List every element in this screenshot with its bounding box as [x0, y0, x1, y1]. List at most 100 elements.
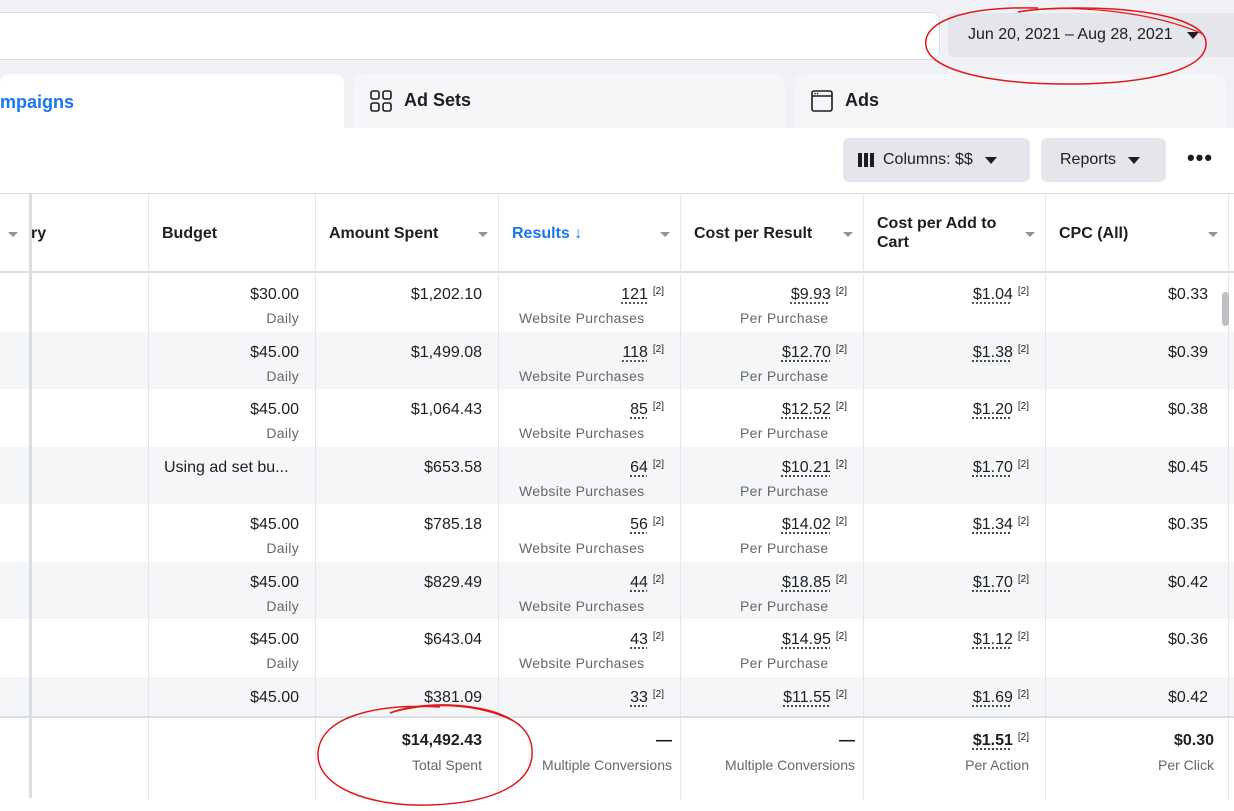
tab-ads-label: Ads: [845, 90, 880, 110]
table-row[interactable]: $30.00 Daily $1,202.10 121 [2] Website Purcha…: [0, 274, 1234, 332]
sort-caret-icon: [478, 232, 488, 237]
cell-value[interactable]: $1.69: [973, 689, 1013, 706]
col-header-budget[interactable]: Budget: [149, 194, 316, 272]
tab-ads[interactable]: Ads: [795, 74, 1226, 134]
cell-value: $45.00: [250, 631, 299, 648]
cell-value[interactable]: 44: [630, 574, 648, 591]
cell-value[interactable]: $1.34: [973, 516, 1013, 533]
footnote-marker: [2]: [835, 516, 847, 527]
cell-value: $0.36: [1167, 631, 1208, 648]
col-header-cost-per-result[interactable]: Cost per Result: [681, 194, 864, 272]
cell-value[interactable]: 121: [621, 286, 648, 303]
footnote-marker: [2]: [652, 573, 664, 585]
results-cell: 64 [2] Website Purchases: [499, 446, 681, 504]
cell-value[interactable]: $14.95: [782, 631, 831, 648]
results-cell: 118 [2] Website Purchases: [499, 331, 681, 389]
cell-value[interactable]: $11.55: [783, 689, 831, 706]
col-header-delivery[interactable]: ry: [0, 194, 149, 272]
search-filter-bar[interactable]: [0, 12, 940, 60]
cell-value[interactable]: $1.12: [973, 631, 1013, 648]
amount-spent-cell: $1,202.10: [316, 274, 499, 332]
columns-label: Columns: $$: [883, 151, 973, 168]
footnote-marker: [2]: [1017, 401, 1029, 412]
cell-value[interactable]: 43: [630, 631, 648, 648]
table-row[interactable]: $45.00 Daily $785.18 56 [2] Website Purchases…: [0, 504, 1234, 562]
footnote-marker: [2]: [835, 401, 847, 412]
results-cell: 85 [2] Website Purchases: [499, 389, 681, 447]
cell-value[interactable]: $1.38: [973, 344, 1013, 361]
cost-per-add-to-cart-cell: $1.20 [2]: [864, 389, 1046, 447]
tab-ad-sets[interactable]: Ad Sets: [354, 74, 785, 134]
cell-subtext: Website Purchases: [519, 482, 645, 499]
footnote-marker: [2]: [835, 573, 847, 585]
cell-value: $0.45: [1167, 458, 1208, 476]
budget-cell: $45.00 Daily: [149, 619, 316, 677]
cell-value: $0.38: [1167, 401, 1208, 418]
results-cell: 56 [2] Website Purchases: [499, 504, 681, 562]
cell-value[interactable]: $1.20: [973, 401, 1013, 418]
cell-subtext: Website Purchases: [519, 425, 645, 441]
cell-subtext: Per Purchase: [740, 597, 829, 614]
col-header-cost-per-add-to-cart[interactable]: Cost per Add to Cart: [864, 194, 1046, 272]
totals-budget-cell: [149, 718, 316, 800]
cell-value: $653.58: [424, 458, 482, 476]
totals-results: — Multiple Conversions: [499, 718, 681, 800]
tab-campaigns[interactable]: mpaigns: [0, 74, 344, 132]
cost-per-result-cell: $12.70 [2] Per Purchase: [681, 331, 864, 389]
cell-value: $643.04: [424, 631, 482, 648]
totals-amount-spent: $14,492.43 Total Spent: [316, 718, 499, 800]
cell-value: $0.39: [1167, 343, 1208, 361]
cell-subtext: Per Purchase: [740, 367, 829, 384]
table-row[interactable]: $45.00 Daily $829.49 44 [2] Website Purchases…: [0, 561, 1234, 619]
cell-value[interactable]: $1.70: [973, 574, 1013, 591]
cell-value[interactable]: $18.85: [782, 574, 831, 591]
col-header-results[interactable]: Results ↓: [499, 194, 681, 272]
cell-value: $30.00: [250, 286, 299, 303]
col-header-amount-spent[interactable]: Amount Spent: [316, 194, 499, 272]
vertical-scrollbar[interactable]: [1222, 292, 1229, 326]
delivery-cell: [0, 504, 149, 562]
delivery-cell: [0, 446, 149, 504]
amount-spent-cell: $653.58: [316, 446, 499, 504]
cell-value: $45.00: [250, 688, 299, 706]
cell-value[interactable]: 85: [630, 401, 648, 418]
cell-value: $0.42: [1167, 688, 1208, 706]
cell-value[interactable]: 64: [630, 459, 648, 476]
cell-value[interactable]: $12.52: [782, 401, 831, 418]
cell-value[interactable]: 56: [630, 516, 648, 533]
table-row[interactable]: $45.00 Daily $643.04 43 [2] Website Purchases…: [0, 619, 1234, 677]
cell-value[interactable]: $1.04: [973, 286, 1013, 303]
chevron-down-icon: [984, 156, 997, 164]
table-row[interactable]: Using ad set bu... $653.58 64 [2] Website Pu…: [0, 446, 1234, 504]
totals-cost-per-add-to-cart: $1.51 [2] Per Action: [864, 718, 1046, 800]
table-row[interactable]: $45.00 Daily $1,064.43 85 [2] Website Purchas…: [0, 389, 1234, 447]
col-header-cpc[interactable]: CPC (All): [1046, 194, 1229, 272]
footnote-marker: [2]: [1017, 343, 1029, 355]
results-cell: 121 [2] Website Purchases: [499, 274, 681, 332]
footnote-marker: [2]: [1017, 573, 1029, 585]
footnote-marker: [2]: [652, 688, 664, 700]
cell-value[interactable]: $10.21: [782, 459, 831, 476]
cell-value[interactable]: $9.93: [791, 286, 831, 303]
footnote-marker: [2]: [835, 458, 847, 470]
amount-spent-cell: $785.18: [316, 504, 499, 562]
cell-subtext: Daily: [266, 597, 299, 614]
cell-value: $1,202.10: [410, 286, 482, 303]
cell-value[interactable]: $12.70: [782, 344, 831, 361]
budget-cell: $45.00 Daily: [149, 504, 316, 562]
columns-button[interactable]: Columns: $$: [843, 138, 1030, 182]
cell-value[interactable]: $1.70: [973, 459, 1013, 476]
cell-value[interactable]: $14.02: [782, 516, 831, 533]
table-header: ry Budget Amount Spent Results ↓ Cost pe…: [0, 193, 1234, 273]
cell-subtext: Per Purchase: [740, 425, 829, 441]
date-range-picker[interactable]: Jun 20, 2021 – Aug 28, 2021: [948, 13, 1234, 57]
table-row[interactable]: $45.00 Daily $1,499.08 118 [2] Website Purcha…: [0, 331, 1234, 389]
cell-subtext: Daily: [266, 425, 299, 441]
reports-button[interactable]: Reports: [1041, 138, 1166, 182]
sort-caret-icon: [8, 232, 18, 237]
cell-value[interactable]: 118: [622, 344, 648, 361]
cell-value[interactable]: 33: [630, 689, 648, 706]
amount-spent-cell: $829.49: [316, 561, 499, 619]
cell-value: $0.33: [1167, 286, 1208, 303]
more-options-button[interactable]: •••: [1178, 147, 1222, 174]
